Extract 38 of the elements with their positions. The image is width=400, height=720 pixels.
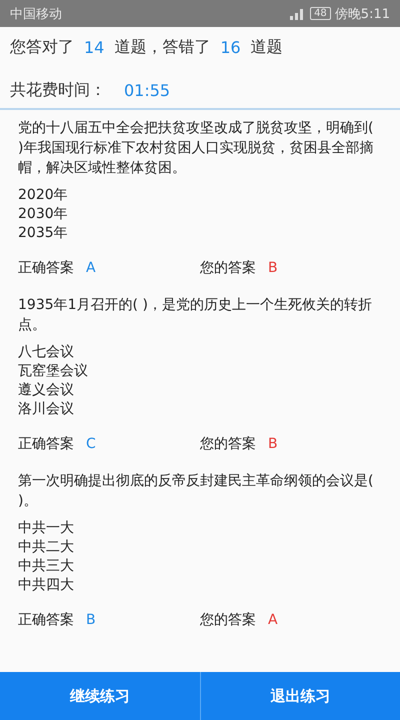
answer-label: 您的答案: [200, 435, 256, 453]
option-text: 2020年: [18, 186, 69, 205]
summary-text: 道题，答错了: [114, 37, 210, 58]
time-value: 01:55: [124, 81, 170, 100]
option-text: 洛川会议: [18, 400, 75, 419]
option-text: 中共二大: [18, 538, 75, 557]
summary-text: 道题: [250, 37, 283, 58]
answer-label: 正确答案: [18, 435, 74, 453]
option-text: 八七会议: [18, 343, 75, 362]
correct-answer: A: [86, 260, 96, 276]
your-answer: B: [268, 260, 278, 276]
option-text: 中共三大: [18, 557, 75, 576]
question-text: 1935年1月召开的( )，是党的历史上一个生死攸关的转折点。: [18, 296, 373, 335]
question-text: 党的十八届五中全会把扶贫攻坚改成了脱贫攻坚，明确到( )年我国现行标准下农村贫困人口实现脱贫，贫困县全部摘帽，解决区域性整体贫困。: [18, 119, 374, 178]
correct-answer: B: [86, 612, 96, 628]
answer-label: 正确答案: [18, 259, 74, 277]
option-text: 中共四大: [18, 576, 75, 595]
carrier-name: 中国移动: [10, 6, 62, 22]
correct-answer: C: [86, 436, 96, 452]
time-label: 共花费时间：: [10, 80, 106, 101]
correct-count: 14: [84, 38, 104, 57]
answer-label: 您的答案: [200, 611, 256, 629]
question-text: 第一次明确提出彻底的反帝反封建民主革命纲领的会议是( )。: [18, 472, 374, 511]
option-text: 瓦窑堡会议: [18, 362, 89, 381]
wrong-count: 16: [220, 38, 241, 57]
your-answer: B: [268, 436, 278, 452]
answer-label: 正确答案: [18, 611, 74, 629]
option-text: 遵义会议: [18, 381, 75, 400]
clock-time: 傍晚5:11: [334, 6, 390, 22]
option-text: 中共一大: [18, 519, 75, 538]
your-answer: A: [268, 612, 278, 628]
answer-label: 您的答案: [200, 259, 256, 277]
battery-level: 48: [310, 7, 331, 20]
continue-button[interactable]: 继续练习: [0, 672, 200, 720]
summary-text: 您答对了: [10, 37, 74, 58]
option-text: 2030年: [18, 205, 69, 224]
option-text: 2035年: [18, 224, 69, 243]
exit-button[interactable]: 退出练习: [200, 672, 400, 720]
